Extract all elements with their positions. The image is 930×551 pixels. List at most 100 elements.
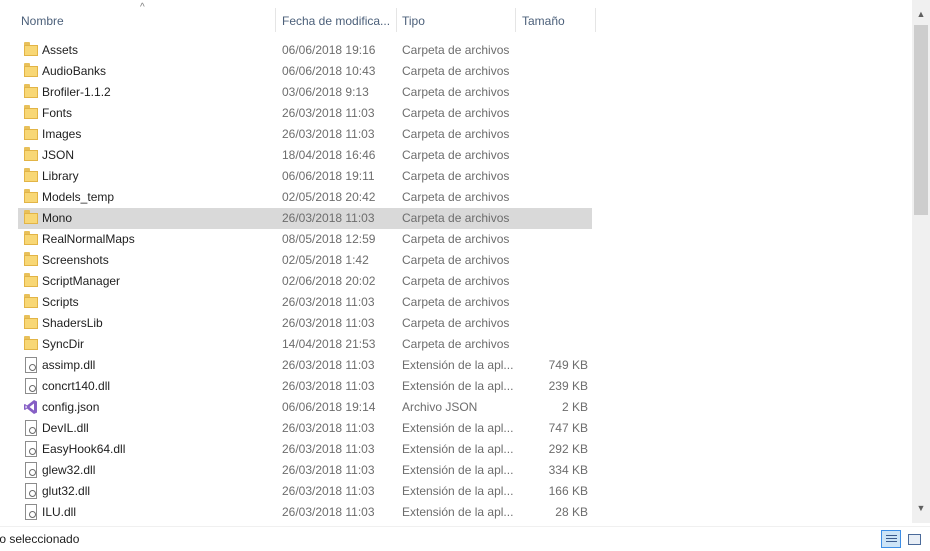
cell-name: EasyHook64.dll	[42, 442, 126, 456]
folder-icon	[24, 252, 38, 269]
dll-file-icon	[24, 378, 38, 395]
cell-type: Carpeta de archivos	[402, 169, 510, 183]
file-list: Assets 06/06/2018 19:16 Carpeta de archivo…	[0, 40, 910, 522]
cell-date: 03/06/2018 9:13	[282, 85, 369, 99]
cell-type: Carpeta de archivos	[402, 190, 510, 204]
list-item[interactable]: ScriptManager 02/06/2018 20:02 Carpeta de …	[18, 271, 592, 292]
details-view-button[interactable]	[881, 530, 901, 548]
folder-icon	[24, 294, 38, 311]
column-header-type[interactable]: Tipo	[402, 8, 512, 34]
list-item[interactable]: JSON 18/04/2018 16:46 Carpeta de archivos	[18, 145, 592, 166]
list-item[interactable]: Scripts 26/03/2018 11:03 Carpeta de archiv…	[18, 292, 592, 313]
list-item[interactable]: config.json 06/06/2018 19:14 Archivo JSON 2…	[18, 397, 592, 418]
cell-name: Assets	[42, 43, 79, 57]
cell-size: 334 KB	[548, 463, 588, 477]
list-item[interactable]: RealNormalMaps 08/05/2018 12:59 Carpeta de…	[18, 229, 592, 250]
dll-file-icon	[24, 420, 38, 437]
cell-type: Carpeta de archivos	[402, 127, 510, 141]
cell-name: Brofiler-1.1.2	[42, 85, 111, 99]
cell-date: 26/03/2018 11:03	[282, 442, 375, 456]
cell-name: config.json	[42, 400, 100, 414]
list-item[interactable]: Screenshots 02/05/2018 1:42 Carpeta de arc…	[18, 250, 592, 271]
cell-date: 26/03/2018 11:03	[282, 505, 375, 519]
cell-date: 08/05/2018 12:59	[282, 232, 376, 246]
cell-date: 26/03/2018 11:03	[282, 127, 375, 141]
cell-type: Carpeta de archivos	[402, 85, 510, 99]
list-item[interactable]: assimp.dll 26/03/2018 11:03 Extensión de l…	[18, 355, 592, 376]
cell-name: JSON	[42, 148, 75, 162]
cell-date: 06/06/2018 19:14	[282, 400, 376, 414]
cell-date: 02/05/2018 1:42	[282, 253, 369, 267]
list-item[interactable]: concrt140.dll 26/03/2018 11:03 Extensión d…	[18, 376, 592, 397]
visual-studio-icon	[24, 399, 38, 416]
cell-name: Fonts	[42, 106, 73, 120]
column-header-date[interactable]: Fecha de modifica...	[282, 8, 394, 34]
folder-icon	[24, 42, 38, 59]
cell-name: DevIL.dll	[42, 421, 89, 435]
column-divider[interactable]	[515, 8, 516, 32]
dll-file-icon	[24, 441, 38, 458]
cell-date: 26/03/2018 11:03	[282, 316, 375, 330]
cell-size: 28 KB	[555, 505, 588, 519]
large-icons-view-icon	[908, 534, 921, 545]
cell-date: 14/04/2018 21:53	[282, 337, 376, 351]
cell-type: Extensión de la apl...	[402, 463, 514, 477]
folder-icon	[24, 315, 38, 332]
status-bar: to seleccionado	[0, 526, 930, 551]
list-item[interactable]: ShadersLib 26/03/2018 11:03 Carpeta de arc…	[18, 313, 592, 334]
column-header-size[interactable]: Tamaño	[522, 8, 592, 34]
list-item[interactable]: glut32.dll 26/03/2018 11:03 Extensión de l…	[18, 481, 592, 502]
column-divider[interactable]	[595, 8, 596, 32]
folder-icon	[24, 189, 38, 206]
list-item[interactable]: Images 26/03/2018 11:03 Carpeta de archivo…	[18, 124, 592, 145]
vertical-scrollbar[interactable]: ▲ ▼	[912, 0, 930, 523]
cell-name: concrt140.dll	[42, 379, 111, 393]
cell-name: glut32.dll	[42, 484, 91, 498]
list-item[interactable]: Fonts 26/03/2018 11:03 Carpeta de archivos	[18, 103, 592, 124]
scroll-down-arrow-icon[interactable]: ▼	[912, 500, 930, 516]
cell-size: 2 KB	[561, 400, 588, 414]
list-item[interactable]: ILU.dll 26/03/2018 11:03 Extensión de la a…	[18, 502, 592, 523]
column-divider[interactable]	[275, 8, 276, 32]
cell-type: Carpeta de archivos	[402, 148, 510, 162]
list-item[interactable]: SyncDir 14/04/2018 21:53 Carpeta de archiv…	[18, 334, 592, 355]
list-item[interactable]: AudioBanks 06/06/2018 10:43 Carpeta de arc…	[18, 61, 592, 82]
status-text: to seleccionado	[0, 532, 80, 546]
cell-name: Models_temp	[42, 190, 115, 204]
cell-name: Library	[42, 169, 79, 183]
folder-icon	[24, 168, 38, 185]
cell-type: Extensión de la apl...	[402, 505, 514, 519]
dll-file-icon	[24, 462, 38, 479]
cell-type: Carpeta de archivos	[402, 106, 510, 120]
list-item[interactable]: glew32.dll 26/03/2018 11:03 Extensión de l…	[18, 460, 592, 481]
cell-type: Extensión de la apl...	[402, 484, 514, 498]
list-item[interactable]: Library 06/06/2018 19:11 Carpeta de archiv…	[18, 166, 592, 187]
cell-type: Extensión de la apl...	[402, 442, 514, 456]
list-item[interactable]: EasyHook64.dll 26/03/2018 11:03 Extensión …	[18, 439, 592, 460]
cell-date: 26/03/2018 11:03	[282, 421, 375, 435]
column-header-name[interactable]: Nombre	[21, 8, 271, 34]
scroll-up-arrow-icon[interactable]: ▲	[912, 6, 930, 22]
large-icons-view-button[interactable]	[904, 530, 924, 548]
cell-name: ScriptManager	[42, 274, 121, 288]
cell-size: 166 KB	[548, 484, 588, 498]
cell-date: 18/04/2018 16:46	[282, 148, 376, 162]
cell-type: Carpeta de archivos	[402, 295, 510, 309]
cell-name: Images	[42, 127, 82, 141]
cell-date: 26/03/2018 11:03	[282, 379, 375, 393]
cell-size: 747 KB	[548, 421, 588, 435]
folder-icon	[24, 84, 38, 101]
list-item[interactable]: Assets 06/06/2018 19:16 Carpeta de archivo…	[18, 40, 592, 61]
column-divider[interactable]	[396, 8, 397, 32]
list-item[interactable]: DevIL.dll 26/03/2018 11:03 Extensión de la…	[18, 418, 592, 439]
folder-icon	[24, 231, 38, 248]
list-item[interactable]: Models_temp 02/05/2018 20:42 Carpeta de ar…	[18, 187, 592, 208]
cell-type: Extensión de la apl...	[402, 379, 514, 393]
cell-date: 26/03/2018 11:03	[282, 358, 375, 372]
list-item-selected[interactable]: Mono 26/03/2018 11:03 Carpeta de archivos	[18, 208, 592, 229]
list-item[interactable]: Brofiler-1.1.2 03/06/2018 9:13 Carpeta de …	[18, 82, 592, 103]
scroll-thumb[interactable]	[914, 25, 928, 215]
cell-name: ShadersLib	[42, 316, 103, 330]
cell-type: Carpeta de archivos	[402, 274, 510, 288]
cell-size: 292 KB	[548, 442, 588, 456]
